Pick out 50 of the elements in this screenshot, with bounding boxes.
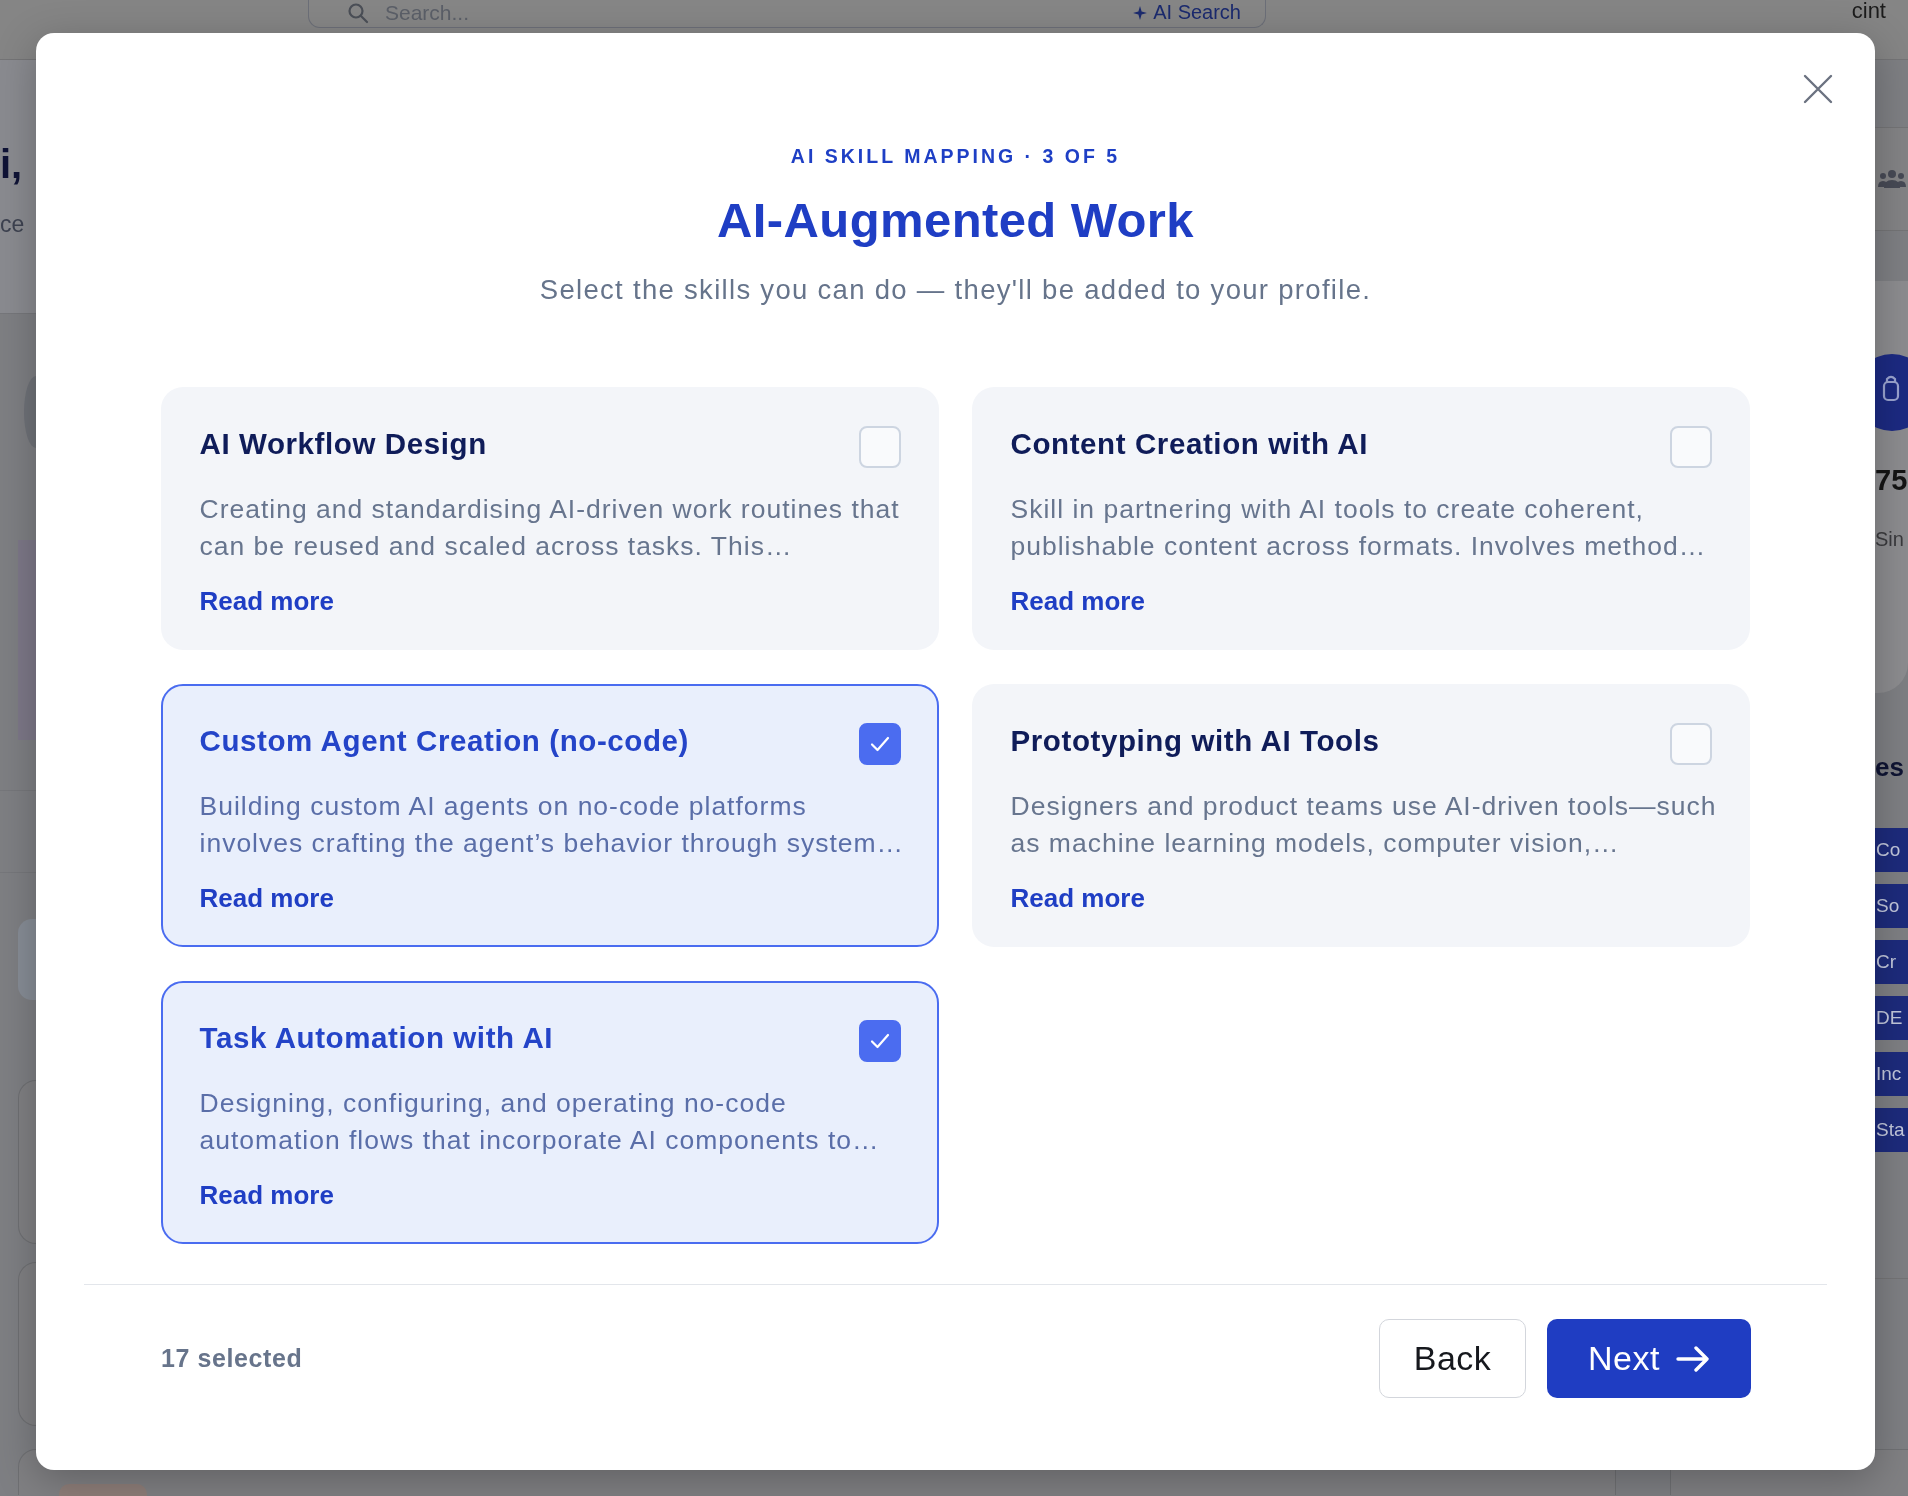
sparkle-icon bbox=[1133, 5, 1148, 20]
skill-title: Content Creation with AI bbox=[1010, 425, 1368, 462]
arrow-right-icon bbox=[1675, 1345, 1710, 1372]
top-bar-text: cint bbox=[1851, 0, 1886, 22]
read-more-link[interactable]: Read more bbox=[1010, 882, 1145, 913]
stat-label: Sin bbox=[1875, 527, 1905, 551]
skill-card[interactable]: AI Workflow Design Creating and standardising AI-driven work routines that can be reused and scaled across tasks. This… Read more bbox=[161, 387, 939, 650]
badge-icon bbox=[1875, 354, 1908, 431]
close-icon bbox=[1803, 74, 1833, 104]
modal-subtitle: Select the skills you can do — they'll be added to your profile. bbox=[539, 273, 1372, 307]
section-heading: es bbox=[1875, 751, 1905, 783]
back-button[interactable]: Back bbox=[1379, 1319, 1526, 1398]
check-icon bbox=[869, 1032, 890, 1049]
checkbox[interactable] bbox=[858, 1019, 901, 1062]
close-button[interactable] bbox=[1803, 74, 1833, 104]
people-icon bbox=[1878, 169, 1906, 189]
tag-chip[interactable]: Co bbox=[1875, 828, 1908, 872]
skill-description: Skill in partnering with AI tools to create coherent, publishable content across formats. Involves method… bbox=[1010, 492, 1708, 563]
read-more-link[interactable]: Read more bbox=[199, 585, 334, 616]
tag-chip[interactable]: Cr bbox=[1875, 940, 1908, 984]
greeting-text: i, bbox=[0, 142, 24, 186]
skill-card[interactable]: Custom Agent Creation (no-code) Building custom AI agents on no-code platforms involves crafting the agent’s behavior through system… Read more bbox=[161, 684, 939, 947]
skill-description: Building custom AI agents on no-code platforms involves crafting the agent’s behavior through system… bbox=[199, 789, 906, 860]
skill-title: Task Automation with AI bbox=[199, 1019, 554, 1056]
ai-search-button[interactable]: AI Search bbox=[1133, 0, 1241, 25]
skill-title: Custom Agent Creation (no-code) bbox=[199, 722, 689, 759]
subtitle-text: ce bbox=[0, 210, 26, 238]
search-icon bbox=[347, 1, 369, 24]
skill-title: AI Workflow Design bbox=[199, 425, 487, 462]
read-more-link[interactable]: Read more bbox=[199, 882, 334, 913]
tag-chip[interactable]: DE bbox=[1875, 996, 1908, 1040]
read-more-link[interactable]: Read more bbox=[199, 1179, 334, 1210]
skill-card[interactable]: Prototyping with AI Tools Designers and product teams use AI-driven tools—such as machine learning models, computer vision,… Read more bbox=[972, 684, 1750, 947]
tag-chip[interactable]: Sta bbox=[1875, 1108, 1908, 1152]
modal-title: AI-Augmented Work bbox=[717, 192, 1194, 248]
skill-title: Prototyping with AI Tools bbox=[1010, 722, 1380, 759]
skill-description: Designing, configuring, and operating no-code automation flows that incorporate AI components to… bbox=[199, 1086, 881, 1157]
skill-description: Designers and product teams use AI-driven tools—such as machine learning models, computer vision,… bbox=[1010, 789, 1717, 860]
skill-card[interactable]: Content Creation with AI Skill in partnering with AI tools to create coherent, publishable content across formats. Involves method… Read more bbox=[972, 387, 1750, 650]
checkbox[interactable] bbox=[858, 722, 901, 765]
check-icon bbox=[869, 735, 890, 752]
stat-value: 75 bbox=[1875, 463, 1908, 497]
next-button[interactable]: Next bbox=[1547, 1319, 1751, 1398]
read-more-link[interactable]: Read more bbox=[1010, 585, 1145, 616]
selected-count: 17 selected bbox=[161, 1344, 303, 1373]
skill-description: Creating and standardising AI-driven work routines that can be reused and scaled across tasks. This… bbox=[199, 492, 901, 563]
step-label: AI SKILL MAPPING · 3 OF 5 bbox=[790, 144, 1121, 169]
tag-chip[interactable]: Inc bbox=[1875, 1052, 1908, 1096]
tag-chip[interactable]: So bbox=[1875, 884, 1908, 928]
skill-card[interactable]: Task Automation with AI Designing, configuring, and operating no-code automation flows that incorporate AI components to… Read more bbox=[161, 981, 939, 1244]
